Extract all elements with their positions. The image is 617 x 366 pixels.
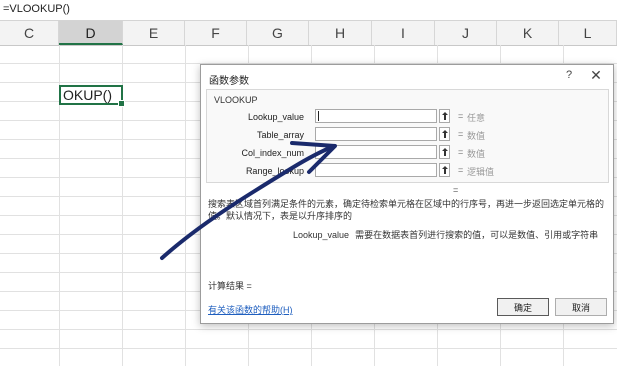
formula-text[interactable]: =VLOOKUP() [3, 3, 70, 15]
arg-eq: = [458, 111, 464, 121]
help-icon[interactable]: ? [563, 69, 575, 81]
table-array-input[interactable] [315, 127, 437, 141]
column-header-g[interactable]: G [247, 21, 309, 45]
parameter-description-text: 需要在数据表首列进行搜索的值，可以是数值、引用或字符串 [355, 230, 599, 240]
cancel-button[interactable]: 取消 [555, 298, 607, 316]
column-header-d[interactable]: D [59, 21, 123, 45]
function-name: VLOOKUP [214, 95, 258, 105]
arg-eq: = [458, 165, 464, 175]
collapse-dialog-icon [442, 130, 448, 138]
column-header-f[interactable]: F [185, 21, 247, 45]
collapse-dialog-icon [442, 148, 448, 156]
column-header-c[interactable]: C [0, 21, 59, 45]
arg-eq: = [458, 129, 464, 139]
formula-result-eq: = [453, 185, 459, 195]
col-index-num-ref-button[interactable] [439, 145, 450, 159]
ok-button[interactable]: 确定 [497, 298, 549, 316]
active-cell-text: OKUP() [63, 87, 112, 103]
arg-hint: 数值 [467, 149, 486, 159]
table-array-ref-button[interactable] [439, 127, 450, 141]
parameter-description: Lookup_value 需要在数据表首列进行搜索的值，可以是数值、引用或字符串 [293, 228, 598, 241]
column-header-i[interactable]: I [372, 21, 435, 45]
collapse-dialog-icon [442, 112, 448, 120]
arg-label-range-lookup: Range_lookup [245, 166, 304, 176]
fill-handle[interactable] [118, 100, 125, 107]
column-header-j[interactable]: J [435, 21, 497, 45]
dialog-title: 函数参数 [209, 76, 249, 87]
arg-label-col-index-num: Col_index_num [241, 148, 304, 158]
arg-label-table-array: Table_array [256, 130, 304, 140]
close-icon[interactable]: ✕ [588, 67, 604, 84]
arg-eq: = [458, 147, 464, 157]
function-group: VLOOKUP Lookup_value = 任意 Table_array = … [206, 89, 609, 183]
active-cell[interactable]: OKUP() [59, 85, 125, 107]
arg-label-lookup-value: Lookup_value [247, 112, 304, 122]
formula-bar[interactable]: =VLOOKUP() [0, 0, 617, 21]
column-headers: C D E F G H I J K L [0, 21, 617, 46]
calculation-result: 计算结果 = [208, 281, 252, 291]
function-description: 搜索表区域首列满足条件的元素，确定待检索单元格在区域中的行序号，再进一步返回选定… [208, 199, 605, 221]
column-header-k[interactable]: K [497, 21, 559, 45]
lookup-value-ref-button[interactable] [439, 109, 450, 123]
function-help-link[interactable]: 有关该函数的帮助(H) [208, 303, 293, 316]
collapse-dialog-icon [442, 166, 448, 174]
column-header-l[interactable]: L [559, 21, 617, 45]
range-lookup-input[interactable] [315, 163, 437, 177]
lookup-value-input[interactable] [315, 109, 437, 123]
arg-hint: 数值 [467, 131, 486, 141]
column-header-h[interactable]: H [309, 21, 372, 45]
range-lookup-ref-button[interactable] [439, 163, 450, 177]
arg-hint: 逻辑值 [467, 167, 495, 177]
column-header-e[interactable]: E [123, 21, 185, 45]
text-caret [318, 111, 319, 121]
function-arguments-dialog: 函数参数 ? ✕ VLOOKUP Lookup_value = 任意 Table… [200, 64, 614, 324]
arg-hint: 任意 [467, 113, 486, 123]
col-index-num-input[interactable] [315, 145, 437, 159]
parameter-name: Lookup_value [293, 230, 350, 240]
